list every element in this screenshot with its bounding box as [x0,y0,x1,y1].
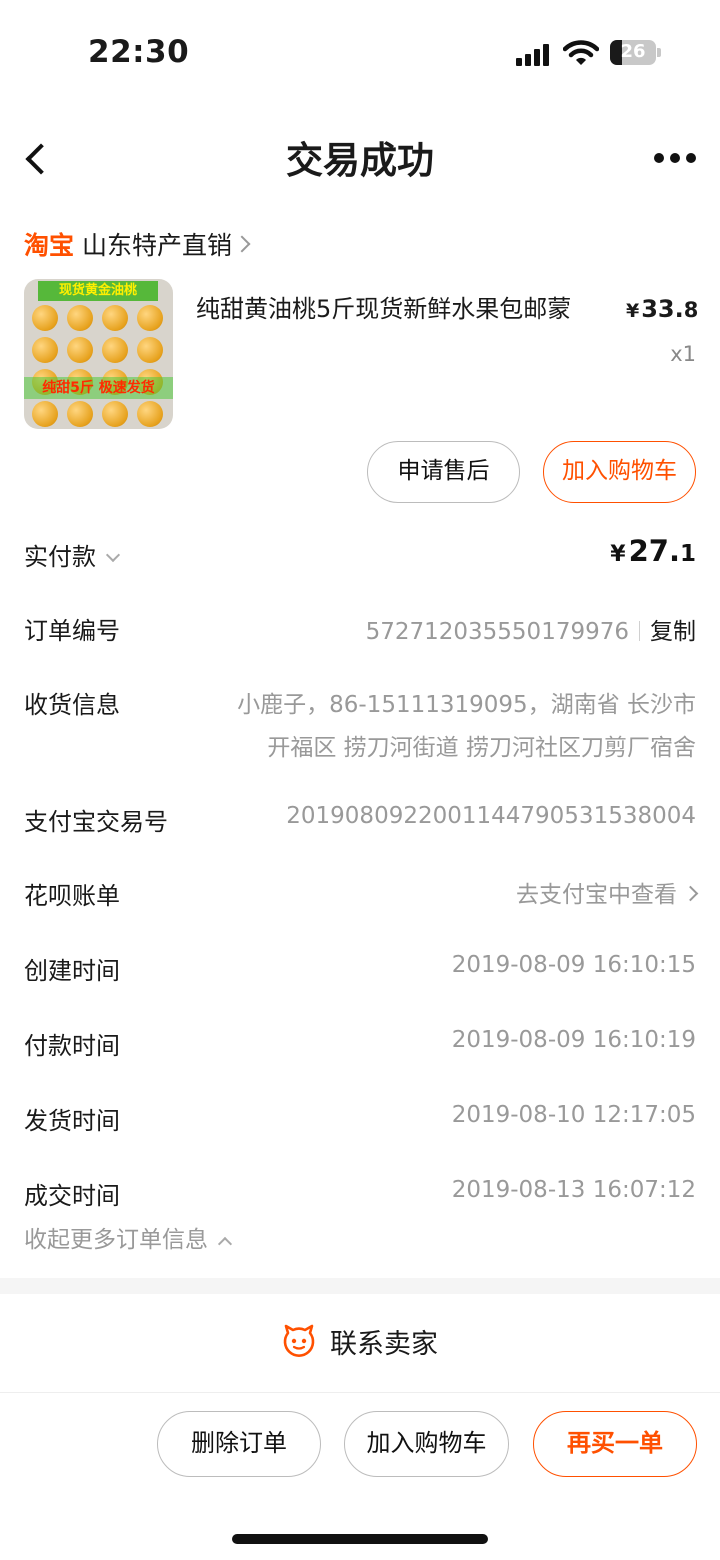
divider [639,621,640,641]
shipped-time-label: 发货时间 [24,1107,120,1135]
receiver-line-1: 小鹿子，86-15111319095，湖南省 长沙市 [237,692,696,718]
huabei-link-text: 去支付宝中查看 [516,882,677,908]
after-sale-button[interactable]: 申请售后 [367,441,520,503]
receiver-info: 小鹿子，86-15111319095，湖南省 长沙市 开福区 捞刀河街道 捞刀河… [216,684,696,770]
paid-time-label: 付款时间 [24,1032,120,1060]
product-price: ¥33.8 [626,292,698,328]
paid-integer: 27. [628,534,680,568]
peach-fruit [32,337,58,363]
peach-fruit [67,401,93,427]
paid-amount-label-row[interactable]: 实付款 [24,537,121,572]
copy-button[interactable]: 复制 [650,619,696,645]
chevron-right-icon [682,885,699,902]
peach-fruit [137,305,163,331]
peach-fruit [137,401,163,427]
order-number: 572712035550179976 [365,619,629,645]
peach-fruit [137,337,163,363]
image-banner-top: 现货黄金油桃 [38,281,158,301]
order-number-label: 订单编号 [24,617,120,645]
product-title[interactable]: 纯甜黄油桃5斤现货新鲜水果包邮蒙 [196,292,622,326]
completed-time-label: 成交时间 [24,1182,120,1210]
add-to-cart-button[interactable]: 加入购物车 [543,441,696,503]
price-symbol: ¥ [626,300,640,322]
battery-tip [657,48,661,57]
peach-fruit [102,337,128,363]
bottom-add-to-cart-button[interactable]: 加入购物车 [344,1411,509,1477]
paid-amount: ¥27.1 [610,534,696,568]
chevron-right-icon [233,235,251,253]
huabei-link[interactable]: 去支付宝中查看 [516,875,699,909]
contact-seller-button[interactable]: 联系卖家 [0,1318,720,1364]
delete-order-button[interactable]: 删除订单 [157,1411,321,1477]
price-decimal: 8 [683,298,699,322]
shipped-time: 2019-08-10 12:17:05 [451,1102,696,1128]
wifi-icon [563,40,599,65]
product-image[interactable]: 现货黄金油桃 纯甜5斤 极速发货 [24,279,173,429]
created-time-label: 创建时间 [24,957,120,985]
peach-fruit [102,305,128,331]
price-integer: 33. [641,295,684,323]
paid-time: 2019-08-09 16:10:19 [451,1027,696,1053]
section-divider [0,1278,720,1294]
order-number-row: 572712035550179976 复制 [366,612,696,646]
created-time: 2019-08-09 16:10:15 [451,952,696,978]
more-dots-icon[interactable] [650,150,700,166]
status-bar: 22:30 26 [0,0,720,100]
peach-fruit [102,401,128,427]
battery-level: 26 [620,41,646,62]
contact-seller-label: 联系卖家 [330,1328,438,1360]
peach-fruit [67,337,93,363]
rebuy-button[interactable]: 再买一单 [533,1411,697,1477]
shop-name: 山东特产直销 [82,231,233,260]
peach-picture [24,279,173,429]
alipay-number: 2019080922001144790531538004 [286,803,696,829]
completed-time: 2019-08-13 16:07:12 [451,1177,696,1203]
signal-icon [516,44,552,66]
peach-fruit [67,305,93,331]
paid-amount-label: 实付款 [24,543,96,571]
collapse-order-info-button[interactable]: 收起更多订单信息 [24,1220,233,1254]
page-title: 交易成功 [286,139,434,182]
huabei-label: 花呗账单 [24,882,120,910]
peach-fruit [32,305,58,331]
taobao-logo: 淘宝 [24,231,75,260]
paid-symbol: ¥ [610,542,626,567]
receiver-label: 收货信息 [24,691,120,719]
seller-chat-icon [283,1324,315,1357]
image-banner-bottom: 纯甜5斤 极速发货 [24,377,173,399]
collapse-label: 收起更多订单信息 [24,1227,208,1253]
peach-fruit [32,401,58,427]
chevron-down-icon [105,547,121,563]
paid-decimal: 1 [679,541,696,567]
status-time: 22:30 [88,34,190,70]
home-indicator[interactable] [232,1534,488,1544]
chevron-up-icon [217,1236,233,1252]
product-quantity: x1 [670,342,696,366]
alipay-number-label: 支付宝交易号 [24,808,168,836]
receiver-line-2: 开福区 捞刀河街道 捞刀河社区刀剪厂宿舍 [267,735,696,761]
shop-link[interactable]: 淘宝 山东特产直销 [24,224,251,264]
battery-icon: 26 [610,40,656,65]
